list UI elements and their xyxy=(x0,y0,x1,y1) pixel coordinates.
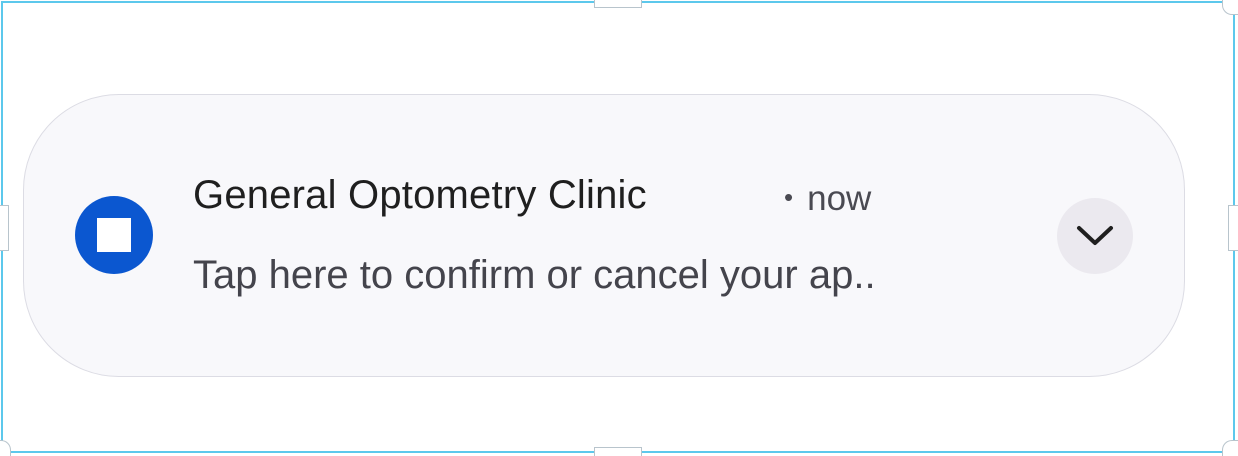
expand-button[interactable] xyxy=(1057,198,1133,274)
separator-dot: • xyxy=(784,182,794,212)
resize-handle-left[interactable] xyxy=(0,205,9,251)
resize-handle-top[interactable] xyxy=(594,0,642,8)
resize-handle-bottom-right[interactable] xyxy=(1222,440,1238,456)
screenshot-canvas: General Optometry Clinic • now Tap here t… xyxy=(0,0,1238,456)
chevron-down-icon xyxy=(1077,226,1113,245)
app-icon xyxy=(75,196,153,274)
resize-handle-bottom[interactable] xyxy=(594,447,642,456)
resize-handle-right[interactable] xyxy=(1228,205,1238,251)
notification-message: Tap here to confirm or cancel your ap.. xyxy=(193,253,876,297)
notification-title: General Optometry Clinic xyxy=(193,173,647,217)
app-square-icon xyxy=(94,215,134,255)
notification-time: now xyxy=(807,179,872,218)
notification-meta: • now xyxy=(784,179,871,219)
notification-card[interactable]: General Optometry Clinic • now Tap here t… xyxy=(23,94,1185,377)
